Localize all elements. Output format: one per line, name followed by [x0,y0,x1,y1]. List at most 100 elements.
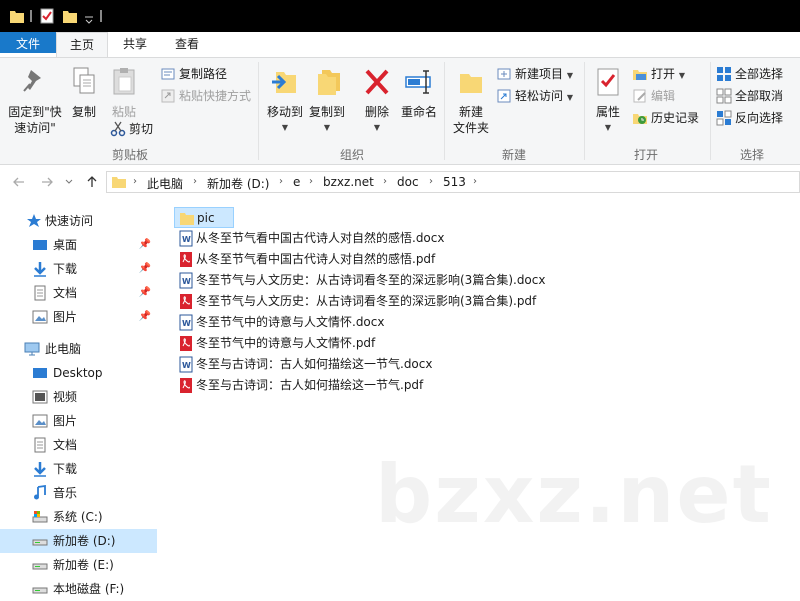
pin-icon [23,70,41,92]
nav-label: 音乐 [53,486,78,500]
new-item-icon [497,68,511,79]
pdf-document-icon [180,378,192,393]
new-item-label: 新建项目 [515,67,564,81]
document-icon [34,437,46,453]
forward-arrow-icon[interactable] [40,175,54,189]
svg-text:W: W [182,319,191,328]
rename-label: 重命名 [400,105,437,119]
file-name: 冬至与古诗词：古人如何描绘这一节气.pdf [196,378,424,392]
invert-selection-icon [716,110,732,125]
select-all-button[interactable]: 全部选择 [716,64,783,84]
up-arrow-icon[interactable] [85,175,99,189]
cut-button[interactable]: 剪切 [110,119,153,139]
chevron-down-icon: ▼ [604,123,612,132]
pin-to-quick-access-button[interactable]: 固定到"快 速访问" [4,66,66,136]
list-item-folder[interactable]: pic [174,207,234,228]
list-item[interactable]: W 冬至节气中的诗意与人文情怀.docx [174,312,394,333]
new-folder-button[interactable]: 新建 文件夹 [450,66,492,136]
tab-home[interactable]: 主页 [56,32,108,58]
list-item[interactable]: W 从冬至节气看中国古代诗人对自然的感悟.docx [174,228,454,249]
list-item[interactable]: 冬至节气与人文历史：从古诗词看冬至的深远影响(3篇合集).pdf [174,291,544,312]
word-document-icon: W [179,356,193,373]
word-document-icon: W [179,272,193,289]
chevron-right-icon: › [193,176,197,187]
nav-pc-desktop[interactable]: Desktop [0,361,157,385]
address-input[interactable]: › 此电脑 › 新加卷 (D:) › e › bzxz.net › doc › … [106,171,800,193]
invert-selection-button[interactable]: 反向选择 [716,108,783,128]
chevron-right-icon: › [473,176,477,187]
chevron-down-icon: ▼ [373,123,381,132]
customize-toolbar-icon[interactable] [84,8,94,24]
nav-label: 快速访问 [45,214,94,228]
watermark: bzxz.net [375,448,773,541]
nav-downloads[interactable]: 下载 📌 [0,257,157,281]
copy-button[interactable]: 复制 [66,66,102,120]
back-arrow-icon[interactable] [12,175,26,189]
chevron-down-icon: ▼ [566,93,573,102]
copy-to-button[interactable]: 复制到 ▼ [306,66,348,136]
ribbon-tabs: 文件 主页 共享 查看 [0,32,800,58]
nav-pc-documents[interactable]: 文档 [0,433,157,457]
nav-drive-e[interactable]: 新加卷 (E:) [0,553,157,577]
nav-drive-f[interactable]: 本地磁盘 (F:) [0,577,157,601]
nav-drive-c[interactable]: 系统 (C:) [0,505,157,529]
copy-to-label: 复制到 [308,105,345,119]
nav-documents[interactable]: 文档 📌 [0,281,157,305]
nav-videos[interactable]: 视频 [0,385,157,409]
paste-button[interactable]: 粘贴 [106,66,142,120]
nav-drive-d[interactable]: 新加卷 (D:) [0,529,157,553]
list-item[interactable]: W 冬至节气与人文历史：从古诗词看冬至的深远影响(3篇合集).docx [174,270,554,291]
delete-icon [365,69,389,95]
rename-button[interactable]: 重命名 [398,66,440,120]
chevron-down-icon: ▼ [678,71,685,80]
new-folder-icon[interactable] [63,8,77,24]
copy-path-button[interactable]: 复制路径 [160,64,227,84]
tab-file[interactable]: 文件 [0,32,56,53]
file-name: 冬至节气中的诗意与人文情怀.docx [196,315,385,329]
breadcrumb-e[interactable]: e [293,175,300,189]
chevron-down-icon: ▼ [323,123,331,132]
breadcrumb-513[interactable]: 513 [443,175,466,189]
properties-icon[interactable] [40,8,54,24]
breadcrumb-drive-d[interactable]: 新加卷 (D:) [207,175,269,192]
tab-view[interactable]: 查看 [164,32,210,58]
paste-shortcut-button[interactable]: 粘贴快捷方式 [160,86,251,106]
music-icon [34,485,46,500]
list-item[interactable]: 冬至与古诗词：古人如何描绘这一节气.pdf [174,375,434,396]
nav-label: 视频 [53,390,78,404]
select-none-button[interactable]: 全部取消 [716,86,783,106]
nav-label: 桌面 [53,238,78,252]
breadcrumb-this-pc[interactable]: 此电脑 [147,175,183,192]
download-icon [34,462,46,477]
edit-button[interactable]: 编辑 [632,86,675,106]
breadcrumb-bzxz[interactable]: bzxz.net [323,175,374,189]
open-button[interactable]: 打开 ▼ [632,64,685,84]
new-item-button[interactable]: 新建项目 ▼ [496,64,573,84]
nav-this-pc[interactable]: 此电脑 [0,337,157,361]
nav-pc-pictures[interactable]: 图片 [0,409,157,433]
paste-label: 粘贴 [111,105,136,119]
nav-pc-downloads[interactable]: 下载 [0,457,157,481]
list-item[interactable]: 冬至节气中的诗意与人文情怀.pdf [174,333,384,354]
easy-access-button[interactable]: 轻松访问 ▼ [496,86,573,106]
recent-locations-chevron-icon[interactable] [64,178,74,186]
organize-group-label: 组织 [339,148,364,162]
tab-share[interactable]: 共享 [112,32,158,58]
list-item[interactable]: 从冬至节气看中国古代诗人对自然的感悟.pdf [174,249,444,270]
paste-shortcut-label: 粘贴快捷方式 [179,89,252,103]
select-none-icon [716,88,732,103]
delete-button[interactable]: 删除 ▼ [358,66,396,136]
paste-icon [113,68,135,95]
open-label: 打开 [651,67,676,81]
properties-button[interactable]: 属性 ▼ [590,66,626,136]
copy-path-label: 复制路径 [179,67,228,81]
nav-music[interactable]: 音乐 [0,481,157,505]
list-item[interactable]: W 冬至与古诗词：古人如何描绘这一节气.docx [174,354,444,375]
move-to-button[interactable]: 移动到 ▼ [264,66,306,136]
svg-text:W: W [182,277,191,286]
history-button[interactable]: 历史记录 [632,108,699,128]
nav-quick-access[interactable]: 快速访问 [0,209,157,233]
nav-pictures[interactable]: 图片 📌 [0,305,157,329]
nav-desktop[interactable]: 桌面 📌 [0,233,157,257]
breadcrumb-doc[interactable]: doc [397,175,419,189]
